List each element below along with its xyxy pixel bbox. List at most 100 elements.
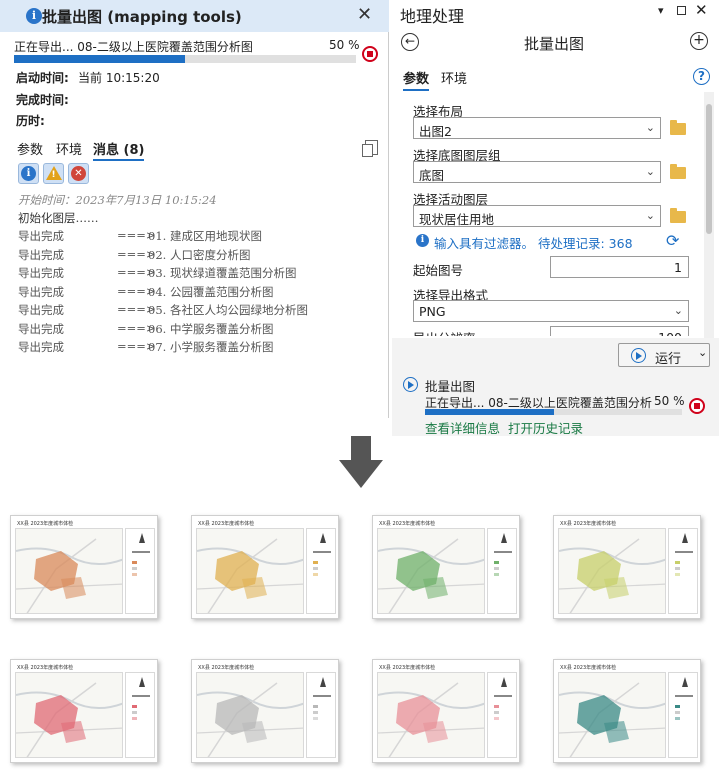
scroll-thumb[interactable] (706, 104, 712, 234)
back-icon[interactable]: ← (401, 33, 419, 51)
folder-icon[interactable] (670, 120, 686, 135)
map-thumbnail[interactable]: XX县 2023年度城市体检 (372, 515, 520, 619)
legend-swatch (132, 711, 137, 714)
tab-environments-right[interactable]: 环境 (441, 68, 467, 87)
map-legend (668, 528, 698, 614)
log-init: 初始化图层…… (18, 211, 99, 225)
map-frame (558, 672, 666, 758)
start-number-input[interactable]: 1 (550, 256, 689, 278)
map-thumbnail[interactable]: XX县 2023年度城市体检 (191, 515, 339, 619)
scale-bar (132, 551, 150, 553)
map-thumbnail[interactable]: XX县 2023年度城市体检 (191, 659, 339, 763)
map-thumbnail[interactable]: XX县 2023年度城市体检 (10, 515, 158, 619)
map-graphic (559, 682, 665, 757)
tab-parameters[interactable]: 参数 (17, 139, 43, 158)
status-play-icon (403, 377, 418, 392)
legend-swatch (313, 561, 318, 564)
map-legend (487, 528, 517, 614)
copy-icon[interactable] (362, 140, 378, 157)
north-arrow-icon (501, 533, 507, 543)
open-history-link[interactable]: 打开历史记录 (508, 418, 583, 437)
filter-info-button[interactable]: i (18, 163, 39, 184)
map-legend (306, 528, 336, 614)
folder-icon[interactable] (670, 164, 686, 179)
tab-messages[interactable]: 消息 (8) (93, 139, 145, 161)
pane-title: 地理处理 (400, 7, 465, 26)
map-graphic (559, 538, 665, 613)
map-thumbnail-title: XX县 2023年度城市体检 (198, 521, 255, 527)
map-thumbnail-title: XX县 2023年度城市体检 (17, 521, 74, 527)
map-legend (487, 672, 517, 758)
start-time-label: 启动时间: (16, 71, 69, 85)
finish-time-label: 完成时间: (16, 93, 69, 107)
run-button[interactable]: 运行 ⌄ (618, 343, 710, 367)
base-layer-dropdown[interactable]: 底图 ⌄ (413, 161, 661, 183)
log-item: 01. 建成区用地现状图 (148, 229, 262, 243)
tab-parameters-right[interactable]: 参数 (403, 68, 430, 91)
map-thumbnail[interactable]: XX县 2023年度城市体检 (553, 515, 701, 619)
chevron-down-icon[interactable]: ⌄ (698, 346, 707, 359)
refresh-icon[interactable]: ⟳ (666, 231, 679, 250)
active-layer-dropdown[interactable]: 现状居住用地 ⌄ (413, 205, 661, 227)
map-frame (558, 528, 666, 614)
play-icon (631, 348, 646, 363)
map-frame (377, 672, 485, 758)
scale-bar (675, 695, 693, 697)
status-progress-fill (425, 409, 554, 415)
filter-warning-button[interactable]: ! (43, 163, 64, 184)
map-thumbnail-title: XX县 2023年度城市体检 (198, 665, 255, 671)
map-frame (15, 672, 123, 758)
map-thumbnail-title: XX县 2023年度城市体检 (560, 665, 617, 671)
maximize-icon[interactable] (677, 6, 686, 15)
legend-swatch (675, 573, 680, 576)
add-icon[interactable]: + (690, 32, 708, 50)
status-progress-bar (425, 409, 682, 415)
base-layer-value: 底图 (419, 168, 445, 183)
chevron-down-icon: ⌄ (645, 165, 655, 178)
resolution-input[interactable]: 100 (550, 326, 689, 336)
north-arrow-icon (682, 677, 688, 687)
chevron-down-icon: ⌄ (645, 121, 655, 134)
scale-bar (132, 695, 150, 697)
resolution-value: 100 (658, 330, 682, 336)
filter-note: 输入具有过滤器。 待处理记录: 368 (434, 236, 633, 251)
legend-swatch (675, 717, 680, 720)
tab-environments[interactable]: 环境 (56, 139, 82, 158)
log-status: 导出完成 (18, 266, 64, 280)
map-frame (196, 672, 304, 758)
log-item: 04. 公园覆盖范围分析图 (148, 284, 274, 299)
map-graphic (197, 682, 303, 757)
pane-close-icon[interactable]: ✕ (695, 1, 708, 19)
map-thumbnail[interactable]: XX县 2023年度城市体检 (553, 659, 701, 763)
format-dropdown[interactable]: PNG ⌄ (413, 300, 689, 322)
log-status: 导出完成 (18, 321, 64, 336)
log-status: 导出完成 (18, 247, 64, 262)
status-stop-button[interactable] (689, 398, 705, 414)
progress-percent: 50 % (329, 38, 360, 52)
scale-bar (313, 551, 331, 553)
legend-swatch (132, 705, 137, 708)
scrollbar[interactable] (704, 92, 714, 338)
close-icon[interactable]: ✕ (357, 4, 372, 25)
legend-swatch (494, 567, 499, 570)
legend-swatch (132, 567, 137, 570)
chevron-down-icon: ⌄ (673, 304, 683, 317)
legend-swatch (675, 705, 680, 708)
map-graphic (378, 538, 484, 613)
pane-menu-icon[interactable]: ▾ (658, 4, 664, 17)
legend-swatch (494, 561, 499, 564)
view-details-link[interactable]: 查看详细信息 (425, 418, 500, 437)
map-thumbnail[interactable]: XX县 2023年度城市体检 (372, 659, 520, 763)
stop-button[interactable] (362, 46, 378, 62)
map-thumbnail[interactable]: XX县 2023年度城市体检 (10, 659, 158, 763)
scale-bar (494, 551, 512, 553)
north-arrow-icon (320, 677, 326, 687)
layout-dropdown[interactable]: 出图2 ⌄ (413, 117, 661, 139)
start-number-value: 1 (674, 260, 682, 275)
resolution-row: 导出分辨率 100 (392, 326, 707, 336)
legend-swatch (675, 711, 680, 714)
folder-icon[interactable] (670, 208, 686, 223)
info-icon: i (416, 234, 429, 247)
filter-error-button[interactable]: ✕ (68, 163, 89, 184)
help-icon[interactable]: ? (693, 68, 710, 85)
